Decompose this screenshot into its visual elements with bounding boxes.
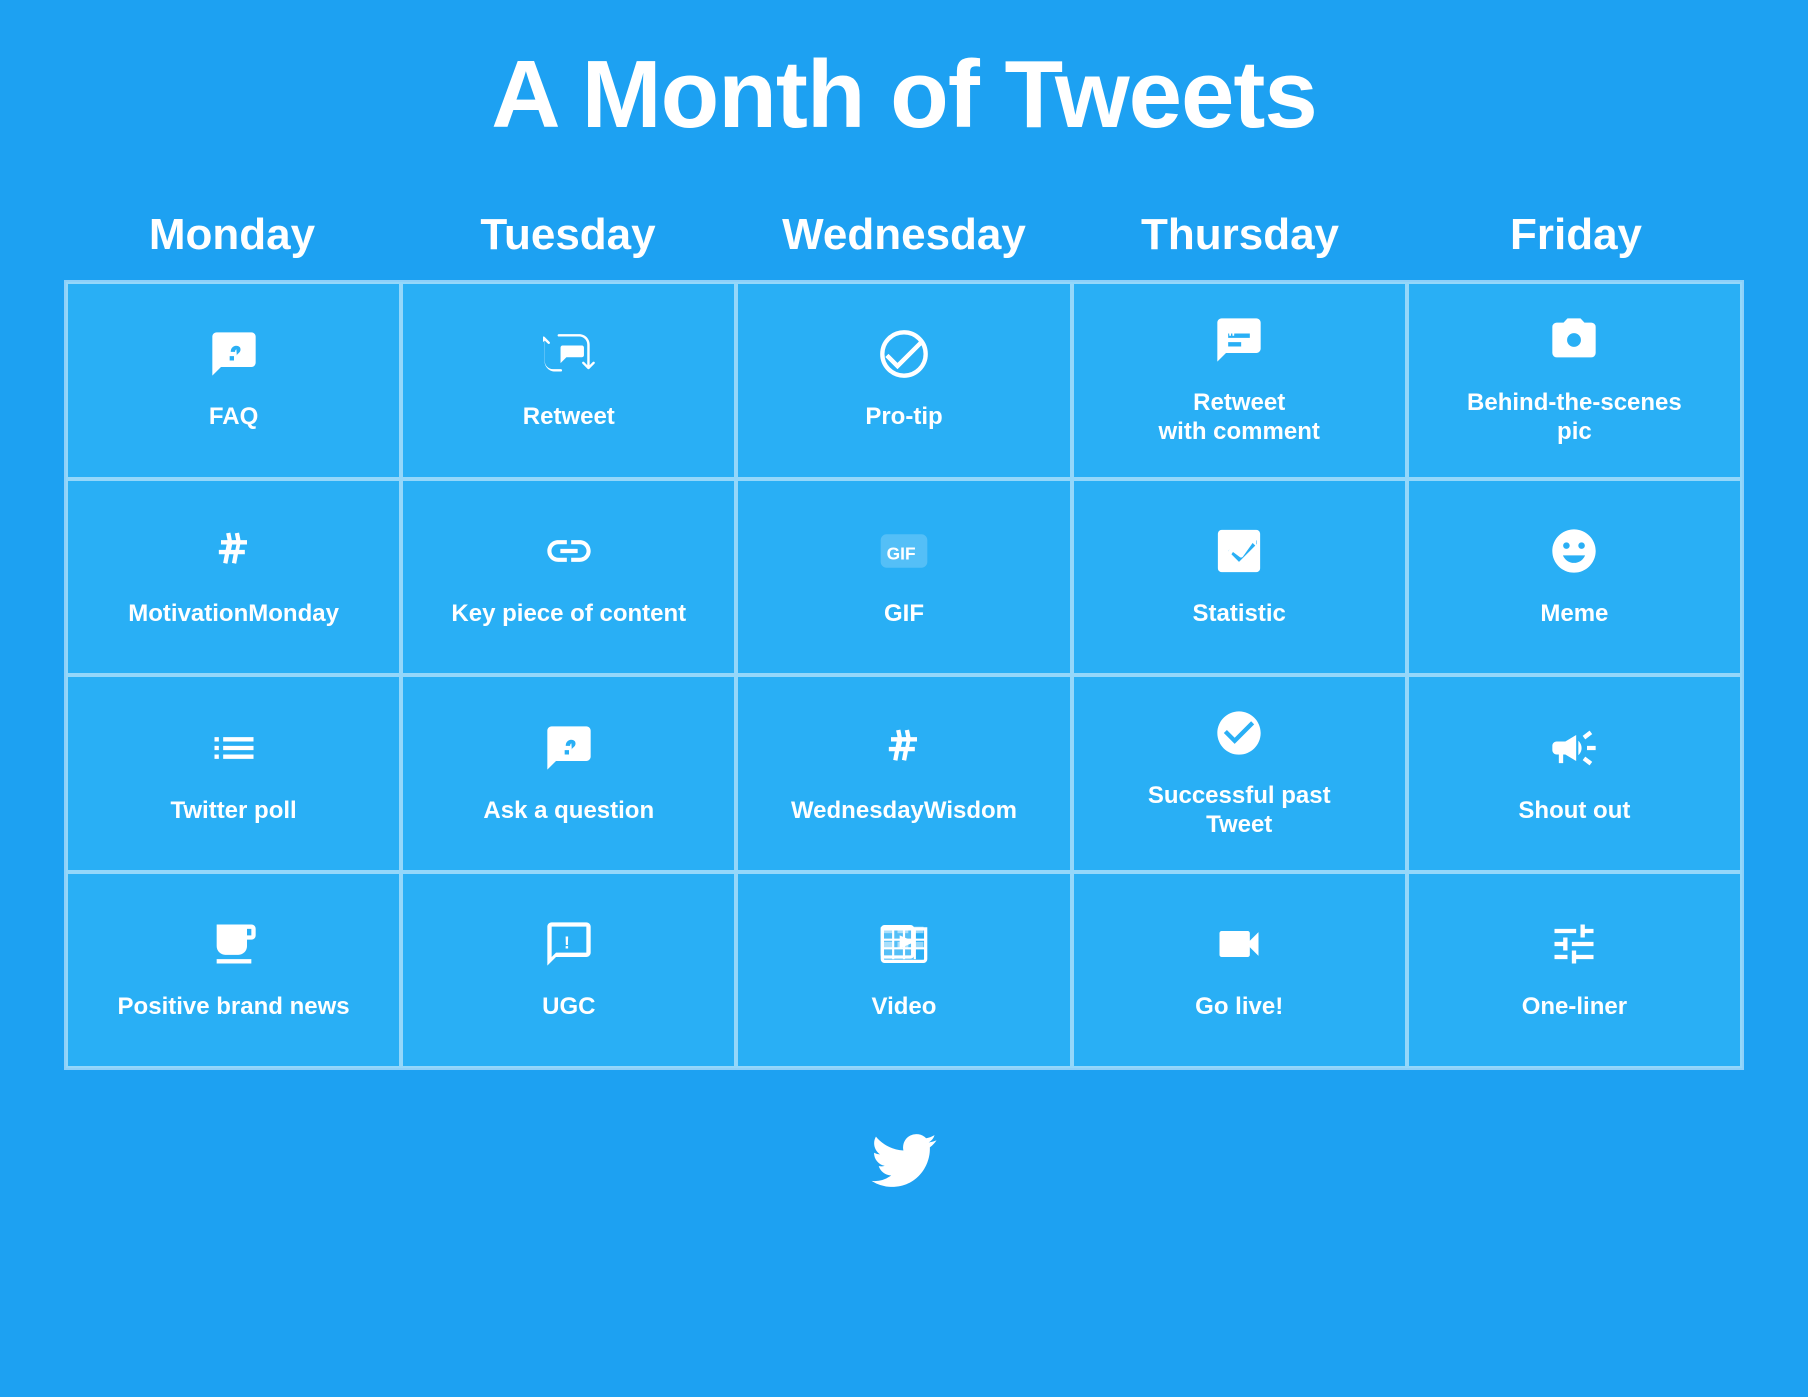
check-icon [1213,707,1265,768]
shoutout-label: Shout out [1518,797,1630,826]
meme-icon [1548,525,1600,586]
cell-twitter-poll: Twitter poll [66,675,401,872]
day-monday: Monday [64,200,400,270]
retweet-comment-label: Retweetwith comment [1159,389,1320,447]
poll-icon [208,722,260,783]
gif-icon: GIF [878,525,930,586]
link-icon [543,525,595,586]
svg-text:!: ! [564,933,570,953]
day-friday: Friday [1408,200,1744,270]
protip-label: Pro-tip [865,403,942,432]
retweet-label: Retweet [523,403,615,432]
page-title: A Month of Tweets [491,40,1317,150]
protip-icon [878,328,930,389]
faq-label: FAQ [209,403,258,432]
cell-shoutout: Shout out [1407,675,1742,872]
cell-positive-brand-news: Positive brand news [66,872,401,1069]
svg-text:": " [1228,329,1235,346]
hashtag2-icon [878,722,930,783]
news-icon [208,918,260,979]
gif-label: GIF [884,600,924,629]
cell-retweet-comment: " Retweetwith comment [1072,282,1407,479]
twitter-bird-logo [864,1120,944,1212]
live-icon [1213,918,1265,979]
motivation-monday-label: MotivationMonday [128,600,339,629]
cell-gif: GIF GIF [736,479,1071,676]
shoutout-icon [1548,722,1600,783]
cell-ask-question: Ask a question [401,675,736,872]
positive-brand-news-label: Positive brand news [118,993,350,1022]
meme-label: Meme [1540,600,1608,629]
cell-faq: FAQ [66,282,401,479]
cell-go-live: Go live! [1072,872,1407,1069]
retweet-comment-icon: " [1213,314,1265,375]
cell-key-content: Key piece of content [401,479,736,676]
cell-video: Video [736,872,1071,1069]
twitter-poll-label: Twitter poll [170,797,296,826]
hashtag-icon [208,525,260,586]
cell-successful-tweet: Successful pastTweet [1072,675,1407,872]
cell-oneliner: One-liner [1407,872,1742,1069]
day-tuesday: Tuesday [400,200,736,270]
svg-text:GIF: GIF [887,544,916,564]
cell-behind-scenes: Behind-the-scenespic [1407,282,1742,479]
oneliner-icon [1548,918,1600,979]
day-headers-row: Monday Tuesday Wednesday Thursday Friday [64,200,1744,270]
camera-icon [1548,314,1600,375]
question-icon [543,722,595,783]
cell-protip: Pro-tip [736,282,1071,479]
cell-retweet: Retweet [401,282,736,479]
statistic-label: Statistic [1193,600,1286,629]
key-content-label: Key piece of content [451,600,686,629]
retweet-icon [543,328,595,389]
cell-ugc: ! UGC [401,872,736,1069]
go-live-label: Go live! [1195,993,1283,1022]
oneliner-label: One-liner [1522,993,1627,1022]
behind-scenes-label: Behind-the-scenespic [1467,389,1682,447]
wednesday-wisdom-label: WednesdayWisdom [791,797,1017,826]
successful-tweet-label: Successful pastTweet [1148,782,1331,840]
day-thursday: Thursday [1072,200,1408,270]
video-label: Video [872,993,937,1022]
video-icon [878,918,930,979]
ugc-label: UGC [542,993,595,1022]
ugc-icon: ! [543,918,595,979]
ask-question-label: Ask a question [483,797,654,826]
statistic-icon [1213,525,1265,586]
faq-icon [208,328,260,389]
cell-wednesday-wisdom: WednesdayWisdom [736,675,1071,872]
cell-meme: Meme [1407,479,1742,676]
cell-motivation-monday: MotivationMonday [66,479,401,676]
content-grid: FAQ Retweet Pro-tip " Retweetwith [64,280,1744,1070]
day-wednesday: Wednesday [736,200,1072,270]
cell-statistic: Statistic [1072,479,1407,676]
